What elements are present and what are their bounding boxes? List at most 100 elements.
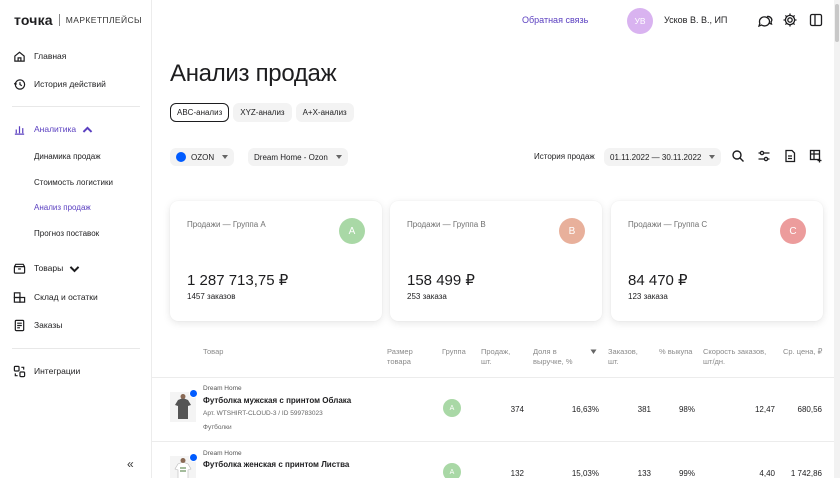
col-header-orders[interactable]: Заказов, шт. (608, 347, 648, 367)
chevron-down-icon (69, 265, 80, 272)
cell-avg-price: 1 742,86 (790, 469, 822, 478)
col-header-group[interactable]: Группа (442, 347, 466, 357)
cell-buyout: 98% (678, 405, 695, 414)
orders-icon (12, 318, 26, 332)
chevron-down-icon (709, 155, 716, 159)
logo-sub: МАРКЕТПЛЕЙСЫ (65, 15, 142, 25)
chevron-down-icon (222, 155, 229, 159)
ozon-logo-icon (176, 152, 186, 162)
product-name[interactable]: Футболка мужская с принтом Облака (203, 396, 351, 405)
group-badge: B (559, 218, 585, 244)
col-header-revenue-share[interactable]: Доля в выручке, % (533, 347, 583, 367)
page-scrollbar[interactable] (834, 0, 840, 478)
table-divider (152, 441, 834, 442)
group-badge: A (339, 218, 365, 244)
cell-avg-price: 680,56 (797, 405, 822, 414)
logo-divider (58, 14, 60, 26)
analysis-tabs: ABC-анализ XYZ-анализ A+X-анализ (170, 103, 358, 122)
card-orders: 123 заказа (628, 292, 668, 301)
product-name[interactable]: Футболка женская с принтом Листва (203, 460, 349, 469)
collapse-sidebar-icon[interactable]: « (127, 457, 134, 471)
integrations-icon (12, 364, 26, 378)
cell-orders: 381 (637, 405, 651, 414)
sales-card-group-a: Продажи — Группа А A 1 287 713,75 ₽ 1457… (170, 201, 382, 321)
col-header-sales[interactable]: Продаж, шт. (481, 347, 521, 367)
sidebar-item-label: Товары (34, 263, 64, 273)
card-value: 1 287 713,75 ₽ (187, 272, 289, 289)
home-icon (12, 49, 26, 63)
sidebar-divider (12, 348, 140, 349)
search-icon[interactable] (731, 149, 746, 164)
sidebar-sub-supply-forecast[interactable]: Прогноз поставок (34, 229, 99, 238)
chevron-down-icon (335, 155, 342, 159)
columns-settings-icon[interactable] (809, 149, 824, 164)
product-brand: Dream Home (203, 450, 242, 457)
col-header-size[interactable]: Размер товара (387, 347, 427, 367)
col-header-buyout[interactable]: % выкупа (659, 347, 694, 357)
sidebar-item-label: Главная (34, 51, 67, 61)
chat-icon[interactable] (757, 12, 773, 28)
sidebar-sub-logistics-cost[interactable]: Стоимость логистики (34, 178, 113, 187)
col-header-order-speed[interactable]: Скорость заказов, шт/дн. (703, 347, 769, 367)
logo-main: точка (14, 12, 53, 28)
filter-icon[interactable] (757, 149, 772, 164)
sidebar-divider (12, 106, 140, 107)
sidebar-sub-sales-dynamics[interactable]: Динамика продаж (34, 152, 101, 161)
avatar[interactable]: УВ (627, 8, 653, 34)
sidebar-item-integrations[interactable]: Интеграции (12, 364, 80, 378)
group-badge: A (443, 399, 461, 417)
card-value: 158 499 ₽ (407, 272, 475, 289)
product-sku: Арт. WTSHIRT-CLOUD-3 / ID 599783023 (203, 410, 323, 417)
store-value: Dream Home - Ozon (254, 152, 328, 162)
ozon-logo-icon (189, 389, 198, 398)
sidebar-item-home[interactable]: Главная (12, 49, 66, 63)
marketplace-select[interactable]: OZON (170, 148, 235, 166)
sidebar-sub-sales-analysis[interactable]: Анализ продаж (34, 203, 91, 212)
cell-order-speed: 4,40 (759, 469, 775, 478)
history-icon (12, 77, 26, 91)
page-title: Анализ продаж (170, 60, 337, 87)
goods-icon (12, 261, 26, 275)
card-label: Продажи — Группа С (628, 220, 708, 229)
sidebar-item-label: Интеграции (34, 366, 81, 376)
history-label: История продаж (534, 152, 595, 161)
cell-revenue-share: 16,63% (571, 405, 599, 414)
card-label: Продажи — Группа А (187, 220, 266, 229)
export-xls-icon[interactable] (783, 149, 798, 164)
sidebar-item-label: Аналитика (34, 124, 77, 134)
feedback-link[interactable]: Обратная связь (522, 15, 588, 25)
sidebar-item-history[interactable]: История действий (12, 77, 106, 91)
sidebar-item-warehouse[interactable]: Склад и остатки (12, 290, 98, 304)
cell-revenue-share: 15,03% (571, 469, 599, 478)
chevron-up-icon (82, 125, 93, 133)
sort-desc-icon[interactable] (590, 349, 597, 355)
cell-sales: 374 (510, 405, 524, 414)
sales-card-group-b: Продажи — Группа B B 158 499 ₽ 253 заказ… (390, 201, 602, 321)
sidebar-item-label: Заказы (34, 320, 63, 330)
user-name[interactable]: Усков В. В., ИП (664, 15, 727, 25)
group-badge: C (780, 218, 806, 244)
sidebar-item-label: Склад и остатки (34, 292, 98, 302)
product-brand: Dream Home (203, 385, 242, 392)
marketplace-value: OZON (191, 152, 215, 162)
date-range-select[interactable]: 01.11.2022 — 30.11.2022 (604, 148, 722, 166)
tab-xyz[interactable]: XYZ-анализ (233, 103, 292, 122)
sidebar-item-analytics[interactable]: Аналитика (12, 122, 94, 136)
col-header-avg-price[interactable]: Ср. цена, ₽ (783, 347, 823, 357)
sidebar-item-orders[interactable]: Заказы (12, 318, 62, 332)
cell-orders: 133 (637, 469, 651, 478)
card-orders: 253 заказа (407, 292, 447, 301)
product-category: Футболки (203, 424, 232, 431)
col-header-product[interactable]: Товар (203, 347, 223, 357)
cell-sales: 132 (510, 469, 524, 478)
sidebar-item-goods[interactable]: Товары (12, 261, 81, 275)
gear-icon[interactable] (782, 12, 798, 28)
tab-abc[interactable]: ABC-анализ (170, 103, 230, 122)
tab-ax[interactable]: A+X-анализ (295, 103, 354, 122)
panel-icon[interactable] (808, 12, 824, 28)
store-select[interactable]: Dream Home - Ozon (248, 148, 348, 166)
sales-card-group-c: Продажи — Группа С C 84 470 ₽ 123 заказа (611, 201, 823, 321)
logo[interactable]: точка МАРКЕТПЛЕЙСЫ (14, 12, 142, 28)
sidebar: точка МАРКЕТПЛЕЙСЫ Главная История дейст… (0, 0, 152, 478)
card-label: Продажи — Группа B (407, 220, 486, 229)
